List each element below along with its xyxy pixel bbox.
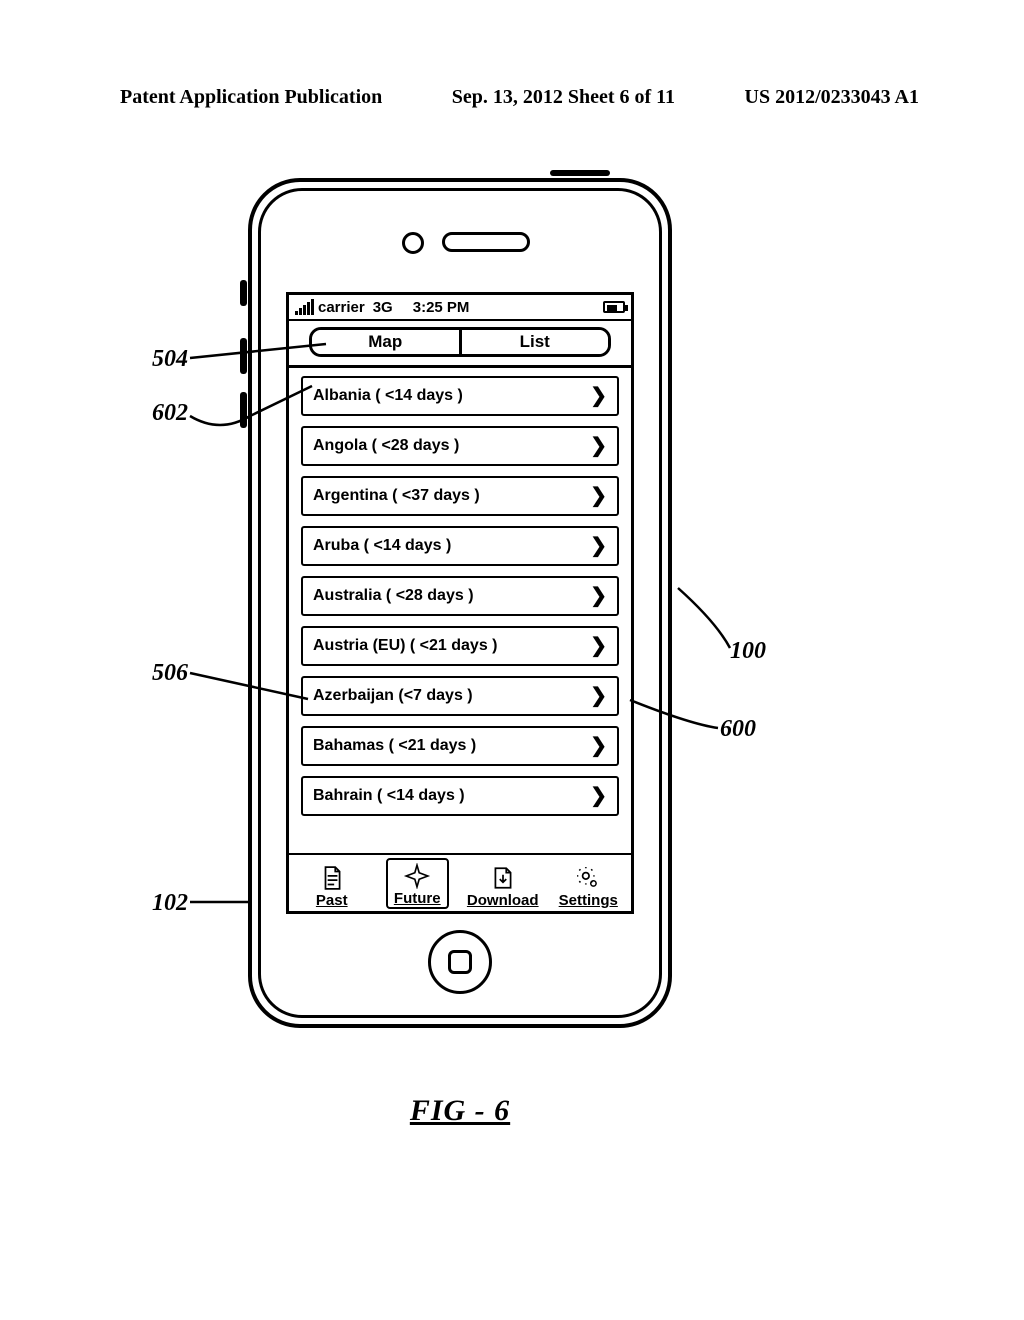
chevron-right-icon: ❯ [590,736,607,756]
tab-label: Future [394,890,441,907]
chevron-right-icon: ❯ [590,686,607,706]
tab-label: Download [467,892,539,909]
ref-100: 100 [730,638,766,665]
home-button[interactable] [428,930,492,994]
list-item[interactable]: Angola ( <28 days ) ❯ [301,426,619,466]
list-item-label: Bahrain ( <14 days ) [313,787,590,805]
list-item-label: Aruba ( <14 days ) [313,537,590,555]
list-item[interactable]: Bahrain ( <14 days ) ❯ [301,776,619,816]
ref-506: 506 [152,660,188,687]
status-bar: carrier 3G 3:25 PM [289,295,631,321]
earpiece-speaker [442,232,530,252]
phone-volume-down [240,392,247,428]
list-item[interactable]: Albania ( <14 days ) ❯ [301,376,619,416]
header-left: Patent Application Publication [120,86,382,109]
gear-icon [575,864,601,892]
phone-volume-up [240,338,247,374]
list-item-label: Austria (EU) ( <21 days ) [313,637,590,655]
tab-label: Settings [559,892,618,909]
screen: carrier 3G 3:25 PM Map List Albania ( <1… [286,292,634,914]
tab-map[interactable]: Map [312,330,459,354]
ref-504: 504 [152,346,188,373]
segmented-control: Map List [309,327,611,357]
network-label: 3G [373,299,393,316]
country-list[interactable]: Albania ( <14 days ) ❯ Angola ( <28 days… [289,368,631,816]
tab-bar: Past Future Do [289,853,631,911]
front-camera [402,232,424,254]
segmented-control-wrap: Map List [289,321,631,368]
tab-download[interactable]: Download [463,864,543,909]
home-button-icon [448,950,472,974]
tab-future[interactable]: Future [377,858,457,909]
chevron-right-icon: ❯ [590,786,607,806]
list-item[interactable]: Argentina ( <37 days ) ❯ [301,476,619,516]
chevron-right-icon: ❯ [590,586,607,606]
chevron-right-icon: ❯ [590,536,607,556]
tab-past[interactable]: Past [292,864,372,909]
tab-label: Past [316,892,348,909]
tab-settings[interactable]: Settings [548,864,628,909]
list-item-label: Bahamas ( <21 days ) [313,737,590,755]
phone-mute-switch [240,280,247,306]
list-item-label: Angola ( <28 days ) [313,437,590,455]
list-item[interactable]: Austria (EU) ( <21 days ) ❯ [301,626,619,666]
chevron-right-icon: ❯ [590,636,607,656]
chevron-right-icon: ❯ [590,486,607,506]
list-item[interactable]: Azerbaijan (<7 days ) ❯ [301,676,619,716]
list-item-label: Azerbaijan (<7 days ) [313,687,590,705]
phone-body: carrier 3G 3:25 PM Map List Albania ( <1… [248,178,672,1028]
list-item[interactable]: Aruba ( <14 days ) ❯ [301,526,619,566]
page-header: Patent Application Publication Sep. 13, … [120,86,919,109]
list-item-label: Albania ( <14 days ) [313,387,590,405]
tab-list[interactable]: List [459,330,609,354]
signal-icon [295,299,314,315]
chevron-right-icon: ❯ [590,436,607,456]
list-item[interactable]: Australia ( <28 days ) ❯ [301,576,619,616]
list-item[interactable]: Bahamas ( <21 days ) ❯ [301,726,619,766]
airplane-icon [403,862,431,890]
chevron-right-icon: ❯ [590,386,607,406]
figure: carrier 3G 3:25 PM Map List Albania ( <1… [230,160,690,1120]
list-item-label: Australia ( <28 days ) [313,587,590,605]
figure-caption: FIG - 6 [410,1094,510,1128]
header-center: Sep. 13, 2012 Sheet 6 of 11 [452,86,675,109]
phone-power-button [550,170,610,176]
clock-label: 3:25 PM [413,299,470,316]
battery-icon [603,301,625,313]
ref-602: 602 [152,400,188,427]
header-right: US 2012/0233043 A1 [745,86,919,109]
document-icon [319,864,345,892]
ref-600: 600 [720,716,756,743]
carrier-label: carrier [318,299,365,316]
ref-102: 102 [152,890,188,917]
list-item-label: Argentina ( <37 days ) [313,487,590,505]
download-icon [490,864,516,892]
